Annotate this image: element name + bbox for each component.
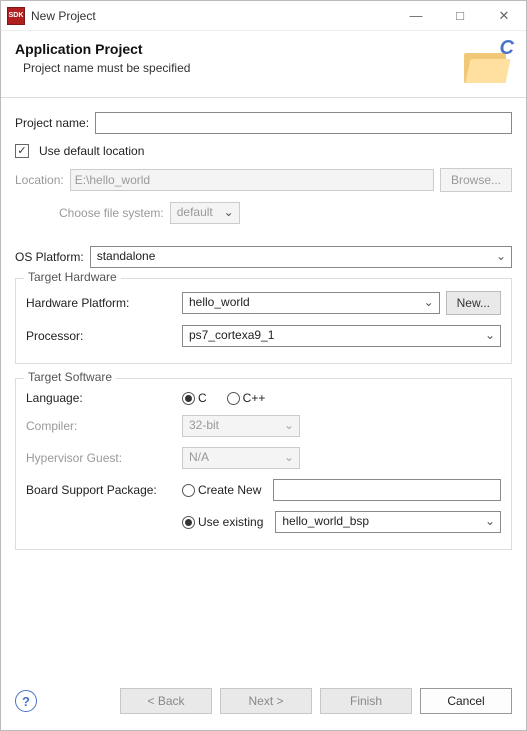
folder-c-icon: C [464, 41, 512, 83]
page-subtitle: Project name must be specified [15, 61, 464, 75]
finish-button: Finish [320, 688, 412, 714]
bsp-create-new-radio[interactable]: Create New [182, 483, 261, 497]
close-button[interactable]: ✕ [482, 2, 526, 30]
os-platform-select[interactable]: standalone [90, 246, 512, 268]
target-software-title: Target Software [24, 370, 116, 384]
language-c-radio[interactable]: C [182, 391, 207, 405]
use-default-location-label: Use default location [39, 144, 144, 158]
help-icon[interactable]: ? [15, 690, 37, 712]
hardware-platform-label: Hardware Platform: [26, 296, 176, 310]
sdk-app-icon: SDK [7, 7, 25, 25]
back-button: < Back [120, 688, 212, 714]
bsp-use-existing-radio[interactable]: Use existing [182, 515, 263, 529]
wizard-content: Project name: ✓ Use default location Loc… [1, 98, 526, 675]
project-name-label: Project name: [15, 116, 89, 130]
hypervisor-select: N/A [182, 447, 300, 469]
dialog-window: SDK New Project — □ ✕ Application Projec… [0, 0, 527, 731]
radio-icon [227, 392, 240, 405]
radio-icon [182, 516, 195, 529]
os-platform-label: OS Platform: [15, 250, 84, 264]
title-bar: SDK New Project — □ ✕ [1, 1, 526, 31]
wizard-header: Application Project Project name must be… [1, 31, 526, 98]
compiler-label: Compiler: [26, 419, 176, 433]
bsp-create-new-input[interactable] [273, 479, 501, 501]
browse-button: Browse... [440, 168, 512, 192]
use-default-location-checkbox[interactable]: ✓ [15, 144, 29, 158]
bsp-existing-select[interactable]: hello_world_bsp [275, 511, 501, 533]
processor-label: Processor: [26, 329, 176, 343]
project-name-input[interactable] [95, 112, 512, 134]
wizard-footer: ? < Back Next > Finish Cancel [1, 675, 526, 730]
window-title: New Project [31, 9, 394, 23]
target-software-group: Target Software Language: C C++ Compiler… [15, 378, 512, 550]
processor-select[interactable]: ps7_cortexa9_1 [182, 325, 501, 347]
location-label: Location: [15, 173, 64, 187]
new-hardware-button[interactable]: New... [446, 291, 501, 315]
minimize-button[interactable]: — [394, 2, 438, 30]
radio-icon [182, 392, 195, 405]
bsp-label: Board Support Package: [26, 483, 176, 497]
language-cpp-radio[interactable]: C++ [227, 391, 266, 405]
language-label: Language: [26, 391, 176, 405]
hardware-platform-select[interactable]: hello_world [182, 292, 440, 314]
maximize-button[interactable]: □ [438, 2, 482, 30]
target-hardware-title: Target Hardware [24, 270, 121, 284]
page-title: Application Project [15, 41, 464, 57]
cancel-button[interactable]: Cancel [420, 688, 512, 714]
next-button: Next > [220, 688, 312, 714]
hypervisor-label: Hypervisor Guest: [26, 451, 176, 465]
location-input [70, 169, 434, 191]
file-system-label: Choose file system: [59, 206, 164, 220]
target-hardware-group: Target Hardware Hardware Platform: hello… [15, 278, 512, 364]
file-system-select: default [170, 202, 240, 224]
radio-icon [182, 484, 195, 497]
compiler-select: 32-bit [182, 415, 300, 437]
